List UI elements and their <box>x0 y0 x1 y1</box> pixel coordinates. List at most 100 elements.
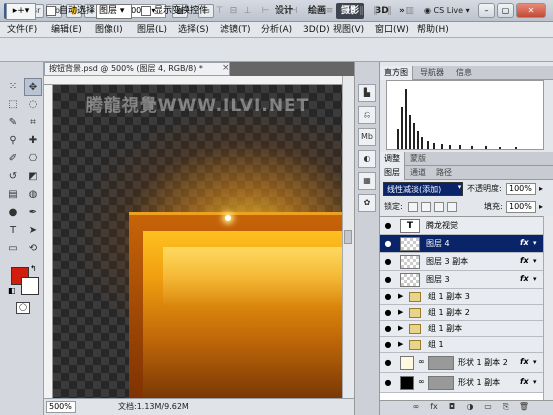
tab-masks[interactable]: 蒙版 <box>406 152 430 166</box>
gradient-tool-icon[interactable]: ▤ <box>4 186 22 204</box>
expand-group-icon[interactable]: ▶ <box>398 292 403 300</box>
brush-tool-icon[interactable]: ✐ <box>4 150 22 168</box>
visibility-eye-icon[interactable]: ● <box>382 274 394 286</box>
fx-icon[interactable]: fx <box>520 377 529 386</box>
expand-effects-icon[interactable]: ▾ <box>533 257 537 265</box>
document-close-icon[interactable]: × <box>222 63 230 73</box>
crop-tool-icon[interactable]: ⌗ <box>24 114 42 132</box>
fill-field[interactable]: 100% <box>506 201 536 213</box>
align-top-icon[interactable]: ⊤ <box>214 5 225 17</box>
align-bottom-icon[interactable]: ⊥ <box>242 5 253 17</box>
histogram-dock-icon[interactable]: ▙ <box>358 84 376 102</box>
quick-select-tool-icon[interactable]: ✎ <box>4 114 22 132</box>
distribute-right-icon[interactable]: ‖ <box>384 5 395 17</box>
distribute-left-icon[interactable]: ‖ <box>356 5 367 17</box>
new-layer-icon[interactable]: ⎘ <box>500 401 512 413</box>
fx-icon[interactable]: fx <box>520 256 529 265</box>
marquee-tool-icon[interactable]: ⬚ <box>4 96 22 114</box>
lock-transparent-icon[interactable] <box>408 202 418 212</box>
menu-help[interactable]: 帮助(H) <box>414 23 452 37</box>
eraser-tool-icon[interactable]: ◩ <box>24 168 42 186</box>
expand-effects-icon[interactable]: ▾ <box>533 275 537 283</box>
tab-navigator[interactable]: 导航器 <box>416 66 448 80</box>
quick-mask-icon[interactable]: ◯ <box>16 302 30 314</box>
layers-scrollbar[interactable] <box>543 216 553 400</box>
menu-select[interactable]: 选择(S) <box>175 23 212 37</box>
healing-brush-tool-icon[interactable]: ✚ <box>24 132 42 150</box>
distribute-hcenter-icon[interactable]: ‖ <box>370 5 381 17</box>
visibility-eye-icon[interactable]: ● <box>382 256 394 268</box>
type-tool-icon[interactable]: T <box>4 222 22 240</box>
align-vcenter-icon[interactable]: ⊟ <box>228 5 239 17</box>
3d-rotate-tool-icon[interactable]: ⟲ <box>24 240 42 258</box>
tab-channels[interactable]: 通道 <box>406 166 430 180</box>
fx-icon[interactable]: fx <box>520 274 529 283</box>
restore-button[interactable]: ▢ <box>497 3 514 18</box>
menu-layer[interactable]: 图层(L) <box>134 23 170 37</box>
dodge-tool-icon[interactable]: ● <box>4 204 22 222</box>
add-style-icon[interactable]: fx <box>428 401 440 413</box>
color-dock-icon[interactable]: ◐ <box>358 150 376 168</box>
layer-group-row[interactable] <box>380 337 543 353</box>
distribute-top-icon[interactable]: ≡ <box>310 5 321 17</box>
tab-paths[interactable]: 路径 <box>432 166 456 180</box>
menu-view[interactable]: 视图(V) <box>330 23 367 37</box>
swap-colors-icon[interactable]: ↰ <box>30 264 37 273</box>
move-tool-icon[interactable]: ✥ <box>24 78 42 96</box>
visibility-eye-icon[interactable]: ● <box>382 357 394 369</box>
close-window-button[interactable]: ✕ <box>516 3 546 18</box>
fill-arrow-icon[interactable]: ▸ <box>539 201 543 213</box>
expand-effects-icon[interactable]: ▾ <box>533 358 537 366</box>
visibility-eye-icon[interactable]: ● <box>382 323 394 335</box>
opacity-field[interactable]: 100% <box>506 183 536 195</box>
tab-histogram[interactable]: 直方图 <box>380 66 413 80</box>
blend-mode-dropdown[interactable]: 线性减淡(添加) <box>383 182 463 196</box>
tool-preset-picker[interactable]: ▸+▾ <box>6 3 36 20</box>
distribute-vcenter-icon[interactable]: ≡ <box>324 5 335 17</box>
expand-effects-icon[interactable]: ▾ <box>533 239 537 247</box>
visibility-eye-icon[interactable]: ● <box>382 307 394 319</box>
expand-group-icon[interactable]: ▶ <box>398 308 403 316</box>
menu-window[interactable]: 窗口(W) <box>372 23 412 37</box>
image-canvas[interactable]: 腾龍視覺WWW.ILVI.NET <box>53 85 342 398</box>
align-hcenter-icon[interactable]: ⊞ <box>274 5 285 17</box>
visibility-eye-icon[interactable]: ● <box>382 220 394 232</box>
background-color-swatch[interactable] <box>21 277 39 295</box>
lock-all-icon[interactable] <box>447 202 457 212</box>
visibility-eye-icon[interactable]: ● <box>382 291 394 303</box>
menu-filter[interactable]: 滤镜(T) <box>217 23 254 37</box>
minimize-button[interactable]: – <box>478 3 495 18</box>
auto-select-checkbox[interactable] <box>46 6 56 16</box>
menu-edit[interactable]: 编辑(E) <box>48 23 85 37</box>
cs-live-button[interactable]: ◉ CS Live ▾ <box>424 4 474 18</box>
menu-image[interactable]: 图像(I) <box>92 23 126 37</box>
align-right-icon[interactable]: ⊣ <box>288 5 299 17</box>
adjustment-layer-icon[interactable]: ◑ <box>464 401 476 413</box>
delete-layer-icon[interactable]: 🗑 <box>518 401 530 413</box>
lasso-tool-icon[interactable]: ◌ <box>24 96 42 114</box>
visibility-eye-icon[interactable]: ● <box>382 238 394 250</box>
show-transform-checkbox[interactable] <box>141 6 151 16</box>
align-left-icon[interactable]: ⊢ <box>260 5 271 17</box>
expand-effects-icon[interactable]: ▾ <box>533 378 537 386</box>
shape-tool-icon[interactable]: ▭ <box>4 240 22 258</box>
fx-icon[interactable]: fx <box>520 357 529 366</box>
lock-pixels-icon[interactable] <box>421 202 431 212</box>
history-brush-tool-icon[interactable]: ↺ <box>4 168 22 186</box>
chevron-down-icon[interactable]: ▾ <box>455 183 464 195</box>
tab-layers[interactable]: 图层 <box>380 166 405 180</box>
blur-tool-icon[interactable]: ◍ <box>24 186 42 204</box>
eyedropper-tool-icon[interactable]: ⚲ <box>4 132 22 150</box>
visibility-eye-icon[interactable]: ● <box>382 377 394 389</box>
add-mask-icon[interactable]: ◘ <box>446 401 458 413</box>
tab-adjustments[interactable]: 调整 <box>380 152 405 166</box>
path-select-tool-icon[interactable]: ➤ <box>24 222 42 240</box>
canvas-scroll-thumb[interactable] <box>344 230 352 244</box>
menu-analysis[interactable]: 分析(A) <box>258 23 295 37</box>
expand-group-icon[interactable]: ▶ <box>398 324 403 332</box>
expand-group-icon[interactable]: ▶ <box>398 340 403 348</box>
styles-dock-icon[interactable]: ✿ <box>358 194 376 212</box>
clone-stamp-tool-icon[interactable]: ⎔ <box>24 150 42 168</box>
tab-info[interactable]: 信息 <box>452 66 476 80</box>
auto-select-dropdown[interactable]: 图层 ▾ <box>96 4 132 19</box>
